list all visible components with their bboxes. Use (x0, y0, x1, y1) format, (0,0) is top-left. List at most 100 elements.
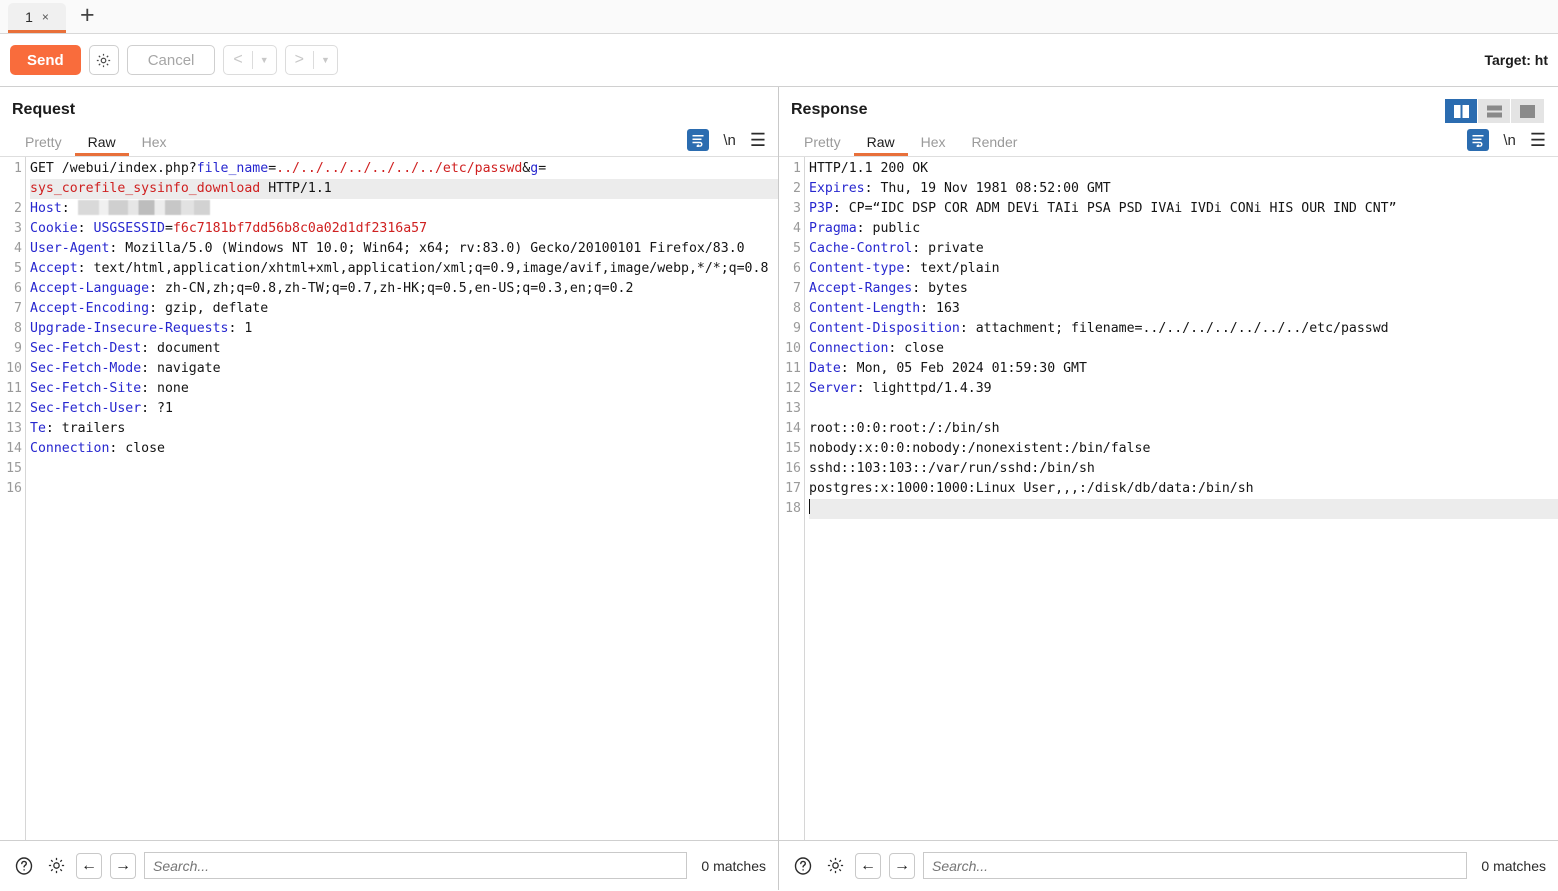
chevron-down-icon[interactable]: ▼ (253, 55, 276, 65)
search-next-button[interactable]: → (110, 852, 136, 879)
code-line: Accept-Ranges: bytes (809, 279, 1558, 299)
gear-icon (827, 857, 843, 874)
search-settings-gear-icon[interactable] (44, 854, 68, 878)
tab-response-pretty[interactable]: Pretty (791, 134, 854, 156)
code-line: Sec-Fetch-Site: none (30, 379, 778, 399)
code-token: : lighttpd/1.4.39 (856, 381, 992, 396)
code-token: User-Agent (30, 241, 110, 256)
code-token: : navigate (141, 361, 221, 376)
layout-vertical-split-button[interactable] (1445, 99, 1478, 123)
code-token: : text/html,application/xhtml+xml,applic… (77, 261, 769, 276)
hamburger-menu-icon[interactable]: ☰ (750, 131, 766, 149)
vertical-split-icon (1453, 104, 1469, 118)
request-gutter: 1 2 3 4 5 6 7 8 9 10 11 12 13 14 15 16 (0, 157, 25, 840)
response-search-input[interactable] (923, 852, 1468, 879)
word-wrap-icon[interactable] (1467, 129, 1490, 151)
response-pane: Response Pretty Raw Hex Render \n ☰ 1 2 … (779, 87, 1558, 890)
line-number: 9 (14, 341, 22, 356)
line-number: 14 (785, 421, 801, 436)
response-code[interactable]: HTTP/1.1 200 OK Expires: Thu, 19 Nov 1981… (809, 157, 1558, 840)
code-token: : bytes (912, 281, 968, 296)
line-number: 2 (793, 181, 801, 196)
code-token: HTTP/1.1 (260, 181, 332, 196)
code-token: Sec-Fetch-Dest (30, 341, 142, 356)
hamburger-menu-icon[interactable]: ☰ (1530, 131, 1546, 149)
code-token: sys_corefile_sysinfo_download (30, 181, 261, 196)
close-icon[interactable]: × (42, 11, 49, 23)
code-token: Sec-Fetch-User (30, 401, 142, 416)
line-number: 7 (14, 301, 22, 316)
request-editor[interactable]: 1 2 3 4 5 6 7 8 9 10 11 12 13 14 15 16 GET /webui/index… (0, 157, 778, 840)
code-line: GET /webui/index.php?file_name=../../../… (30, 159, 778, 179)
send-button[interactable]: Send (10, 45, 81, 75)
cancel-button[interactable]: Cancel (126, 45, 216, 75)
request-match-count: 0 matches (701, 857, 766, 874)
search-prev-button[interactable]: ← (76, 852, 102, 879)
code-token: Pragma (809, 221, 857, 236)
search-settings-gear-icon[interactable] (823, 854, 847, 878)
code-line: root::0:0:root:/:/bin/sh (809, 419, 1558, 439)
back-button[interactable]: < ▼ (223, 45, 277, 75)
code-token: Upgrade-Insecure-Requests (30, 321, 229, 336)
code-token: P3P (809, 201, 833, 216)
tab-request-hex[interactable]: Hex (129, 134, 180, 156)
code-line: Content-Length: 163 (809, 299, 1558, 319)
help-icon[interactable] (791, 854, 815, 878)
code-line (809, 499, 1558, 519)
code-token: : close (888, 341, 944, 356)
word-wrap-icon[interactable] (687, 129, 710, 151)
line-number: 2 (14, 201, 22, 216)
tab-request-pretty[interactable]: Pretty (12, 134, 75, 156)
tab-response-hex[interactable]: Hex (908, 134, 959, 156)
response-view-tabs: Pretty Raw Hex Render \n ☰ (779, 127, 1558, 157)
code-line: Cookie: USGSESSID=f6c7181bf7dd56b8c0a02d… (30, 219, 778, 239)
help-icon[interactable] (12, 854, 36, 878)
code-line: HTTP/1.1 200 OK (809, 159, 1558, 179)
layout-horizontal-split-button[interactable] (1478, 99, 1511, 123)
code-line: Host: (30, 199, 778, 219)
add-tab-button[interactable]: + (66, 3, 109, 30)
line-number: 15 (6, 461, 22, 476)
code-token: Content-Disposition (809, 321, 960, 336)
code-line: Sec-Fetch-User: ?1 (30, 399, 778, 419)
search-next-button[interactable]: → (889, 852, 915, 879)
line-number: 3 (793, 201, 801, 216)
request-search-input[interactable] (144, 852, 688, 879)
request-code[interactable]: GET /webui/index.php?file_name=../../../… (30, 157, 778, 840)
request-settings-button[interactable] (88, 45, 119, 75)
code-token: Accept-Language (30, 281, 150, 296)
request-pane: Request Pretty Raw Hex \n ☰ 123456789 10… (0, 87, 779, 890)
code-token: USGSESSID (93, 221, 165, 236)
code-token: Date (809, 361, 841, 376)
newline-toggle[interactable]: \n (1503, 132, 1516, 149)
repeater-tab-bar: 1 × + (0, 0, 1558, 34)
newline-toggle[interactable]: \n (723, 132, 736, 149)
code-token: : CP=“IDC DSP COR ADM DEVi TAIi PSA PSD … (832, 201, 1397, 216)
request-tab-actions: \n ☰ (687, 129, 778, 156)
chevron-right-icon: > (294, 51, 304, 68)
code-line: Te: trailers (30, 419, 778, 439)
line-number: 10 (785, 341, 801, 356)
repeater-tab-1[interactable]: 1 × (8, 3, 66, 33)
layout-single-pane-button[interactable] (1511, 99, 1544, 123)
response-editor[interactable]: 1 2 3 4 5 6 7 8 9 10 11 12 13 14 15 16 17 18 HTTP/1.1 200… (779, 157, 1558, 840)
tab-request-raw[interactable]: Raw (74, 134, 129, 156)
forward-button[interactable]: > ▼ (284, 45, 338, 75)
code-token: : document (141, 341, 221, 356)
text-cursor (809, 499, 810, 514)
tab-response-raw[interactable]: Raw (853, 134, 908, 156)
code-token: : trailers (45, 421, 126, 436)
gear-icon (97, 53, 111, 67)
code-token: root::0:0:root:/:/bin/sh (809, 421, 1000, 436)
main-toolbar: Send Cancel < ▼ > ▼ Target: ht (0, 34, 1558, 87)
line-number: 11 (785, 361, 801, 376)
help-glyph (794, 856, 812, 875)
line-number: 9 (793, 321, 801, 336)
search-prev-button[interactable]: ← (855, 852, 881, 879)
tab-response-render[interactable]: Render (959, 134, 1031, 156)
layout-toggle-group (1445, 99, 1544, 123)
code-line: postgres:x:1000:1000:Linux User,,,:/disk… (809, 479, 1558, 499)
code-line: Accept: text/html,application/xhtml+xml,… (30, 259, 778, 279)
chevron-down-icon[interactable]: ▼ (314, 55, 337, 65)
